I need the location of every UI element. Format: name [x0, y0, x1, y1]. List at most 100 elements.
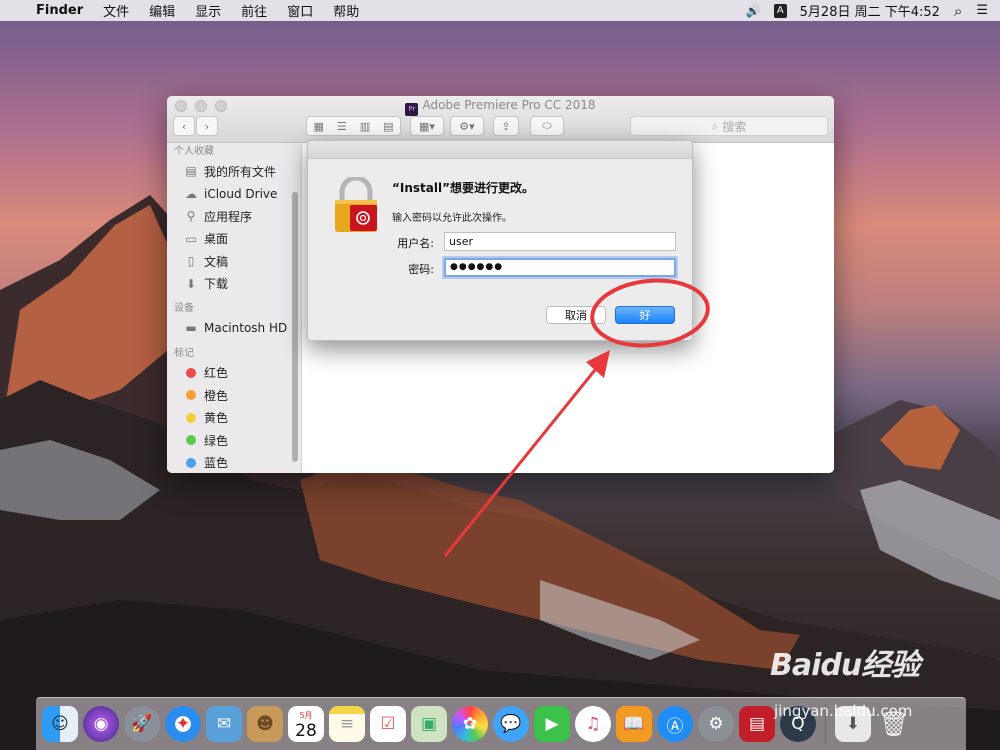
- all-files-icon: ▤: [185, 164, 197, 179]
- sidebar-tag-blue[interactable]: 蓝色: [167, 452, 301, 474]
- sidebar-item-label: 应用程序: [204, 209, 253, 224]
- menu-view[interactable]: 显示: [185, 1, 231, 20]
- spotlight-icon[interactable]: ⌕: [947, 2, 969, 20]
- tags-header: 标记: [174, 347, 194, 359]
- input-method-icon[interactable]: A: [773, 3, 787, 18]
- search-icon: ⌕: [711, 118, 719, 133]
- finder-sidebar: 个人收藏 ▤ 我的所有文件 ☁ iCloud Drive ⚲ 应用程序 ▭ 桌面 ▯ 文稿…: [167, 143, 302, 473]
- search-placeholder: 搜索: [722, 119, 747, 134]
- applications-icon: ⚲: [186, 209, 196, 224]
- password-field[interactable]: ●●●●●●: [444, 258, 676, 277]
- sidebar-item-documents[interactable]: ▯ 文稿: [167, 250, 301, 273]
- sidebar-item-label: 蓝色: [204, 456, 229, 471]
- safari-dock-icon[interactable]: ✦: [165, 706, 201, 742]
- window-title-text: Adobe Premiere Pro CC 2018: [422, 98, 596, 112]
- sidebar-item-icloud[interactable]: ☁ iCloud Drive: [167, 183, 301, 206]
- calendar-day: 28: [295, 720, 317, 741]
- menu-file[interactable]: 文件: [93, 1, 139, 20]
- menu-bar: Finder 文件 编辑 显示 前往 窗口 帮助 🔊 A 5月28日 周二 下午…: [0, 0, 1000, 21]
- launchpad-dock-icon[interactable]: 🚀: [124, 706, 160, 742]
- system-preferences-dock-icon[interactable]: ⚙: [698, 706, 734, 742]
- itunes-dock-icon[interactable]: ♫: [575, 706, 611, 742]
- password-label: 密码:: [408, 263, 434, 276]
- list-view-icon[interactable]: ☰: [337, 120, 347, 133]
- disk-icon: ▬: [185, 321, 197, 336]
- yellow-tag-dot-icon: [186, 412, 196, 423]
- sidebar-item-all-files[interactable]: ▤ 我的所有文件: [167, 160, 301, 183]
- sidebar-item-desktop[interactable]: ▭ 桌面: [167, 228, 301, 251]
- column-view-icon[interactable]: ▥: [360, 120, 370, 133]
- sidebar-tag-red[interactable]: 红色: [167, 362, 301, 385]
- menu-edit[interactable]: 编辑: [139, 1, 185, 20]
- documents-icon: ▯: [187, 254, 195, 269]
- reminders-dock-icon[interactable]: ☑: [370, 706, 406, 742]
- downloads-icon: ⬇: [185, 276, 197, 291]
- installer-dock-icon[interactable]: ▤: [739, 706, 775, 742]
- contacts-dock-icon[interactable]: ☻: [247, 706, 283, 742]
- sidebar-tag-green[interactable]: 绿色: [167, 429, 301, 452]
- action-button[interactable]: ⚙▾: [450, 116, 484, 136]
- username-label: 用户名:: [397, 237, 434, 250]
- sidebar-item-label: iCloud Drive: [204, 186, 278, 201]
- green-tag-dot-icon: [186, 435, 196, 446]
- icon-view-icon[interactable]: ▦: [313, 120, 323, 133]
- baidu-watermark-brand: Baidu经验: [770, 648, 920, 683]
- messages-dock-icon[interactable]: 💬: [493, 706, 529, 742]
- sidebar-scrollbar[interactable]: [292, 192, 298, 462]
- sidebar-item-label: 黄色: [204, 411, 229, 426]
- sidebar-item-label: Macintosh HD: [204, 321, 288, 336]
- siri-dock-icon[interactable]: ◉: [83, 706, 119, 742]
- mail-dock-icon[interactable]: ✉: [206, 706, 242, 742]
- menu-window[interactable]: 窗口: [277, 1, 323, 20]
- sidebar-item-applications[interactable]: ⚲ 应用程序: [167, 205, 301, 228]
- authentication-dialog: “Install”想要进行更改。 输入密码以允许此次操作。 用户名: user …: [307, 140, 693, 341]
- dialog-message: 输入密码以允许此次操作。: [392, 213, 512, 224]
- baidu-watermark: Baidu经验 jingyan.baidu.com: [770, 640, 920, 720]
- favorites-header: 个人收藏: [174, 146, 214, 157]
- notification-center-icon[interactable]: ☰: [969, 3, 1000, 18]
- arrange-button[interactable]: ▦▾: [410, 116, 444, 136]
- volume-icon[interactable]: 🔊: [739, 4, 768, 18]
- back-button[interactable]: ‹: [173, 116, 195, 136]
- arrange-icon: ▦▾: [419, 119, 435, 133]
- gallery-view-icon[interactable]: ▤: [383, 120, 393, 133]
- tag-icon: ⬭: [542, 119, 552, 132]
- menu-help[interactable]: 帮助: [323, 1, 369, 20]
- menu-go[interactable]: 前往: [231, 1, 277, 20]
- orange-tag-dot-icon: [186, 390, 196, 401]
- dialog-title: “Install”想要进行更改。: [392, 181, 534, 195]
- view-mode-group: ▦ ☰ ▥ ▤: [306, 116, 401, 136]
- red-tag-dot-icon: [186, 367, 196, 378]
- notes-dock-icon[interactable]: ≡: [329, 706, 365, 742]
- sidebar-tag-orange[interactable]: 橙色: [167, 384, 301, 407]
- desktop-icon: ▭: [185, 231, 197, 246]
- calendar-dock-icon[interactable]: 5月 28: [288, 706, 324, 742]
- search-input[interactable]: ⌕ 搜索: [630, 116, 828, 136]
- chevron-right-icon: ›: [204, 119, 210, 133]
- cancel-button[interactable]: 取消: [546, 306, 606, 324]
- share-icon: ⇪: [501, 119, 511, 133]
- dialog-titlebar: [308, 141, 692, 159]
- menu-app-finder[interactable]: Finder: [26, 3, 93, 18]
- sidebar-item-downloads[interactable]: ⬇ 下载: [167, 273, 301, 296]
- sidebar-item-macintosh-hd[interactable]: ▬ Macintosh HD: [167, 317, 301, 340]
- devices-header: 设备: [174, 303, 194, 314]
- ok-button[interactable]: 好: [615, 306, 675, 324]
- sidebar-item-label: 绿色: [204, 433, 229, 448]
- preview-dock-icon[interactable]: ▣: [411, 706, 447, 742]
- sidebar-tag-yellow[interactable]: 黄色: [167, 407, 301, 430]
- clock[interactable]: 5月28日 周二 下午4:52: [793, 1, 947, 20]
- app-store-dock-icon[interactable]: Ⓐ: [657, 706, 693, 742]
- username-field[interactable]: user: [444, 232, 676, 251]
- photos-dock-icon[interactable]: ✿: [452, 706, 488, 742]
- ibooks-dock-icon[interactable]: 📖: [616, 706, 652, 742]
- finder-dock-icon[interactable]: ☺: [42, 706, 78, 742]
- facetime-dock-icon[interactable]: ▶: [534, 706, 570, 742]
- forward-button[interactable]: ›: [196, 116, 218, 136]
- tags-button[interactable]: ⬭: [530, 116, 564, 136]
- sidebar-item-label: 下载: [204, 277, 229, 292]
- share-button[interactable]: ⇪: [493, 116, 519, 136]
- blue-tag-dot-icon: [186, 457, 196, 468]
- sidebar-item-label: 我的所有文件: [204, 164, 277, 179]
- cloud-icon: ☁: [185, 186, 197, 201]
